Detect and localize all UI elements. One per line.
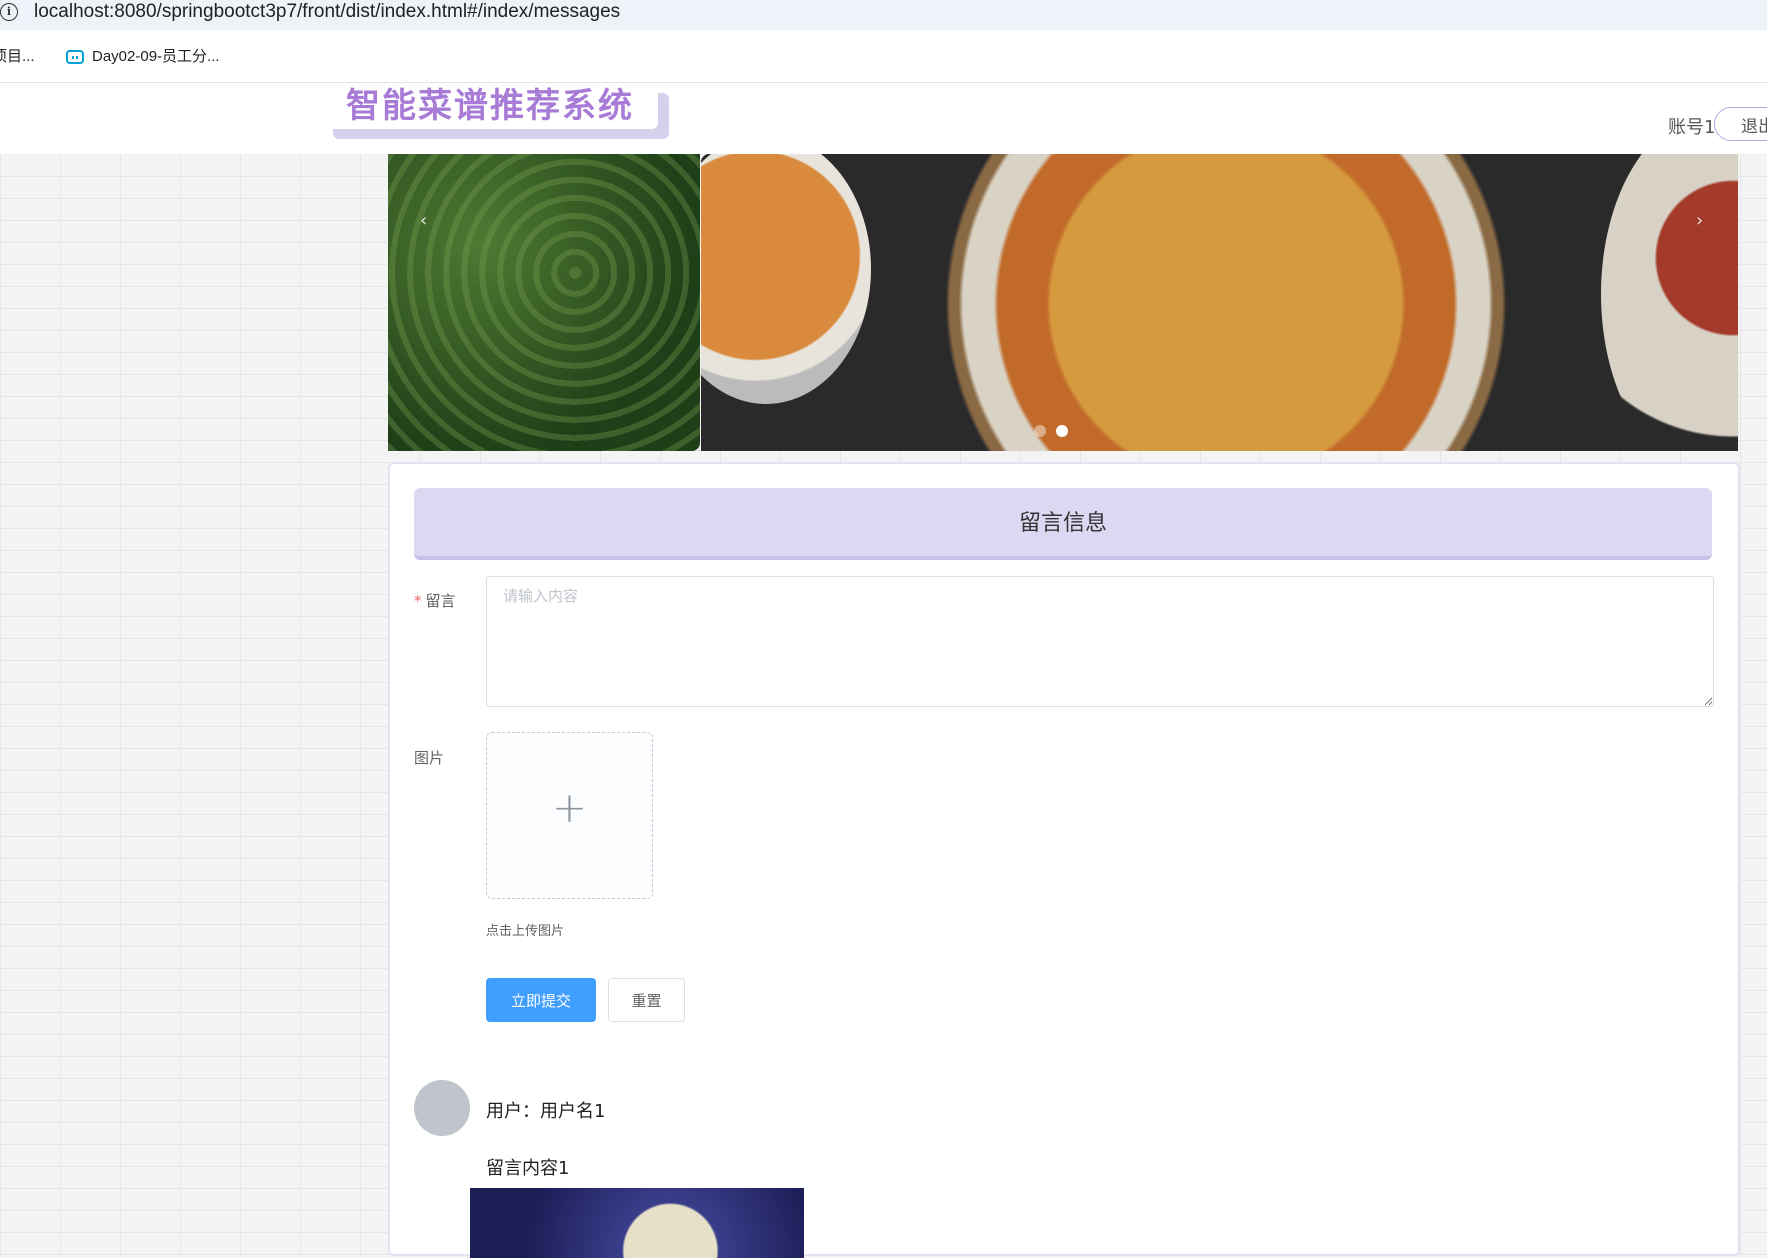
logo[interactable]: 智能菜谱推荐系统 <box>322 83 658 129</box>
carousel-dot-active[interactable] <box>1056 425 1068 437</box>
comment-user: 用户：用户名1 <box>486 1101 606 1122</box>
submit-button[interactable]: 立即提交 <box>486 978 596 1022</box>
message-label: * 留言 <box>414 590 456 611</box>
bookmark-label: 项目... <box>0 48 35 65</box>
comment-image <box>470 1188 804 1258</box>
carousel-prev-icon[interactable]: ‹ <box>420 210 427 231</box>
carousel-slide-greens <box>388 154 700 451</box>
carousel-dot[interactable] <box>1034 425 1046 437</box>
avatar <box>414 1080 470 1136</box>
soup-bowl-image <box>701 154 871 404</box>
bookmark-item[interactable]: Day02-09-员工分... <box>66 45 220 66</box>
url-text[interactable]: localhost:8080/springbootct3p7/front/dis… <box>34 1 620 23</box>
message-panel: 留言信息 *留言 图片 + 点击上传图片 立即提交 重置 用户：用户名1 留言内… <box>388 462 1740 1258</box>
carousel-slide-seafood <box>701 154 1738 451</box>
reset-button[interactable]: 重置 <box>608 978 685 1022</box>
bookmark-label: Day02-09-员工分... <box>92 48 220 65</box>
image-upload-box[interactable]: + <box>486 732 653 899</box>
image-label: 图片 <box>414 749 445 767</box>
required-star-icon: * <box>414 592 422 610</box>
upload-tip: 点击上传图片 <box>486 924 565 939</box>
address-bar[interactable]: i localhost:8080/springbootct3p7/front/d… <box>0 0 1767 30</box>
logout-button[interactable]: 退出 <box>1714 107 1767 141</box>
comment-content: 留言内容1 <box>486 1158 570 1179</box>
site-header: 智能菜谱推荐系统 账号1 退出 <box>0 83 1767 155</box>
bookmark-item[interactable]: 项目... <box>0 45 35 66</box>
banner-carousel[interactable]: ‹ › <box>388 154 1738 451</box>
logo-text: 智能菜谱推荐系统 <box>346 86 634 126</box>
message-textarea[interactable] <box>486 576 1714 707</box>
bilibili-icon <box>66 50 84 64</box>
account-name[interactable]: 账号1 <box>1668 113 1715 139</box>
panel-title: 留言信息 <box>414 488 1712 560</box>
seafood-plate-image <box>881 154 1571 451</box>
meat-plate-image <box>1601 154 1738 451</box>
carousel-next-icon[interactable]: › <box>1696 210 1703 231</box>
site-info-icon[interactable]: i <box>0 3 18 21</box>
plus-icon: + <box>551 783 588 832</box>
browser-chrome: i localhost:8080/springbootct3p7/front/d… <box>0 0 1767 83</box>
message-label-text: 留言 <box>425 592 456 610</box>
